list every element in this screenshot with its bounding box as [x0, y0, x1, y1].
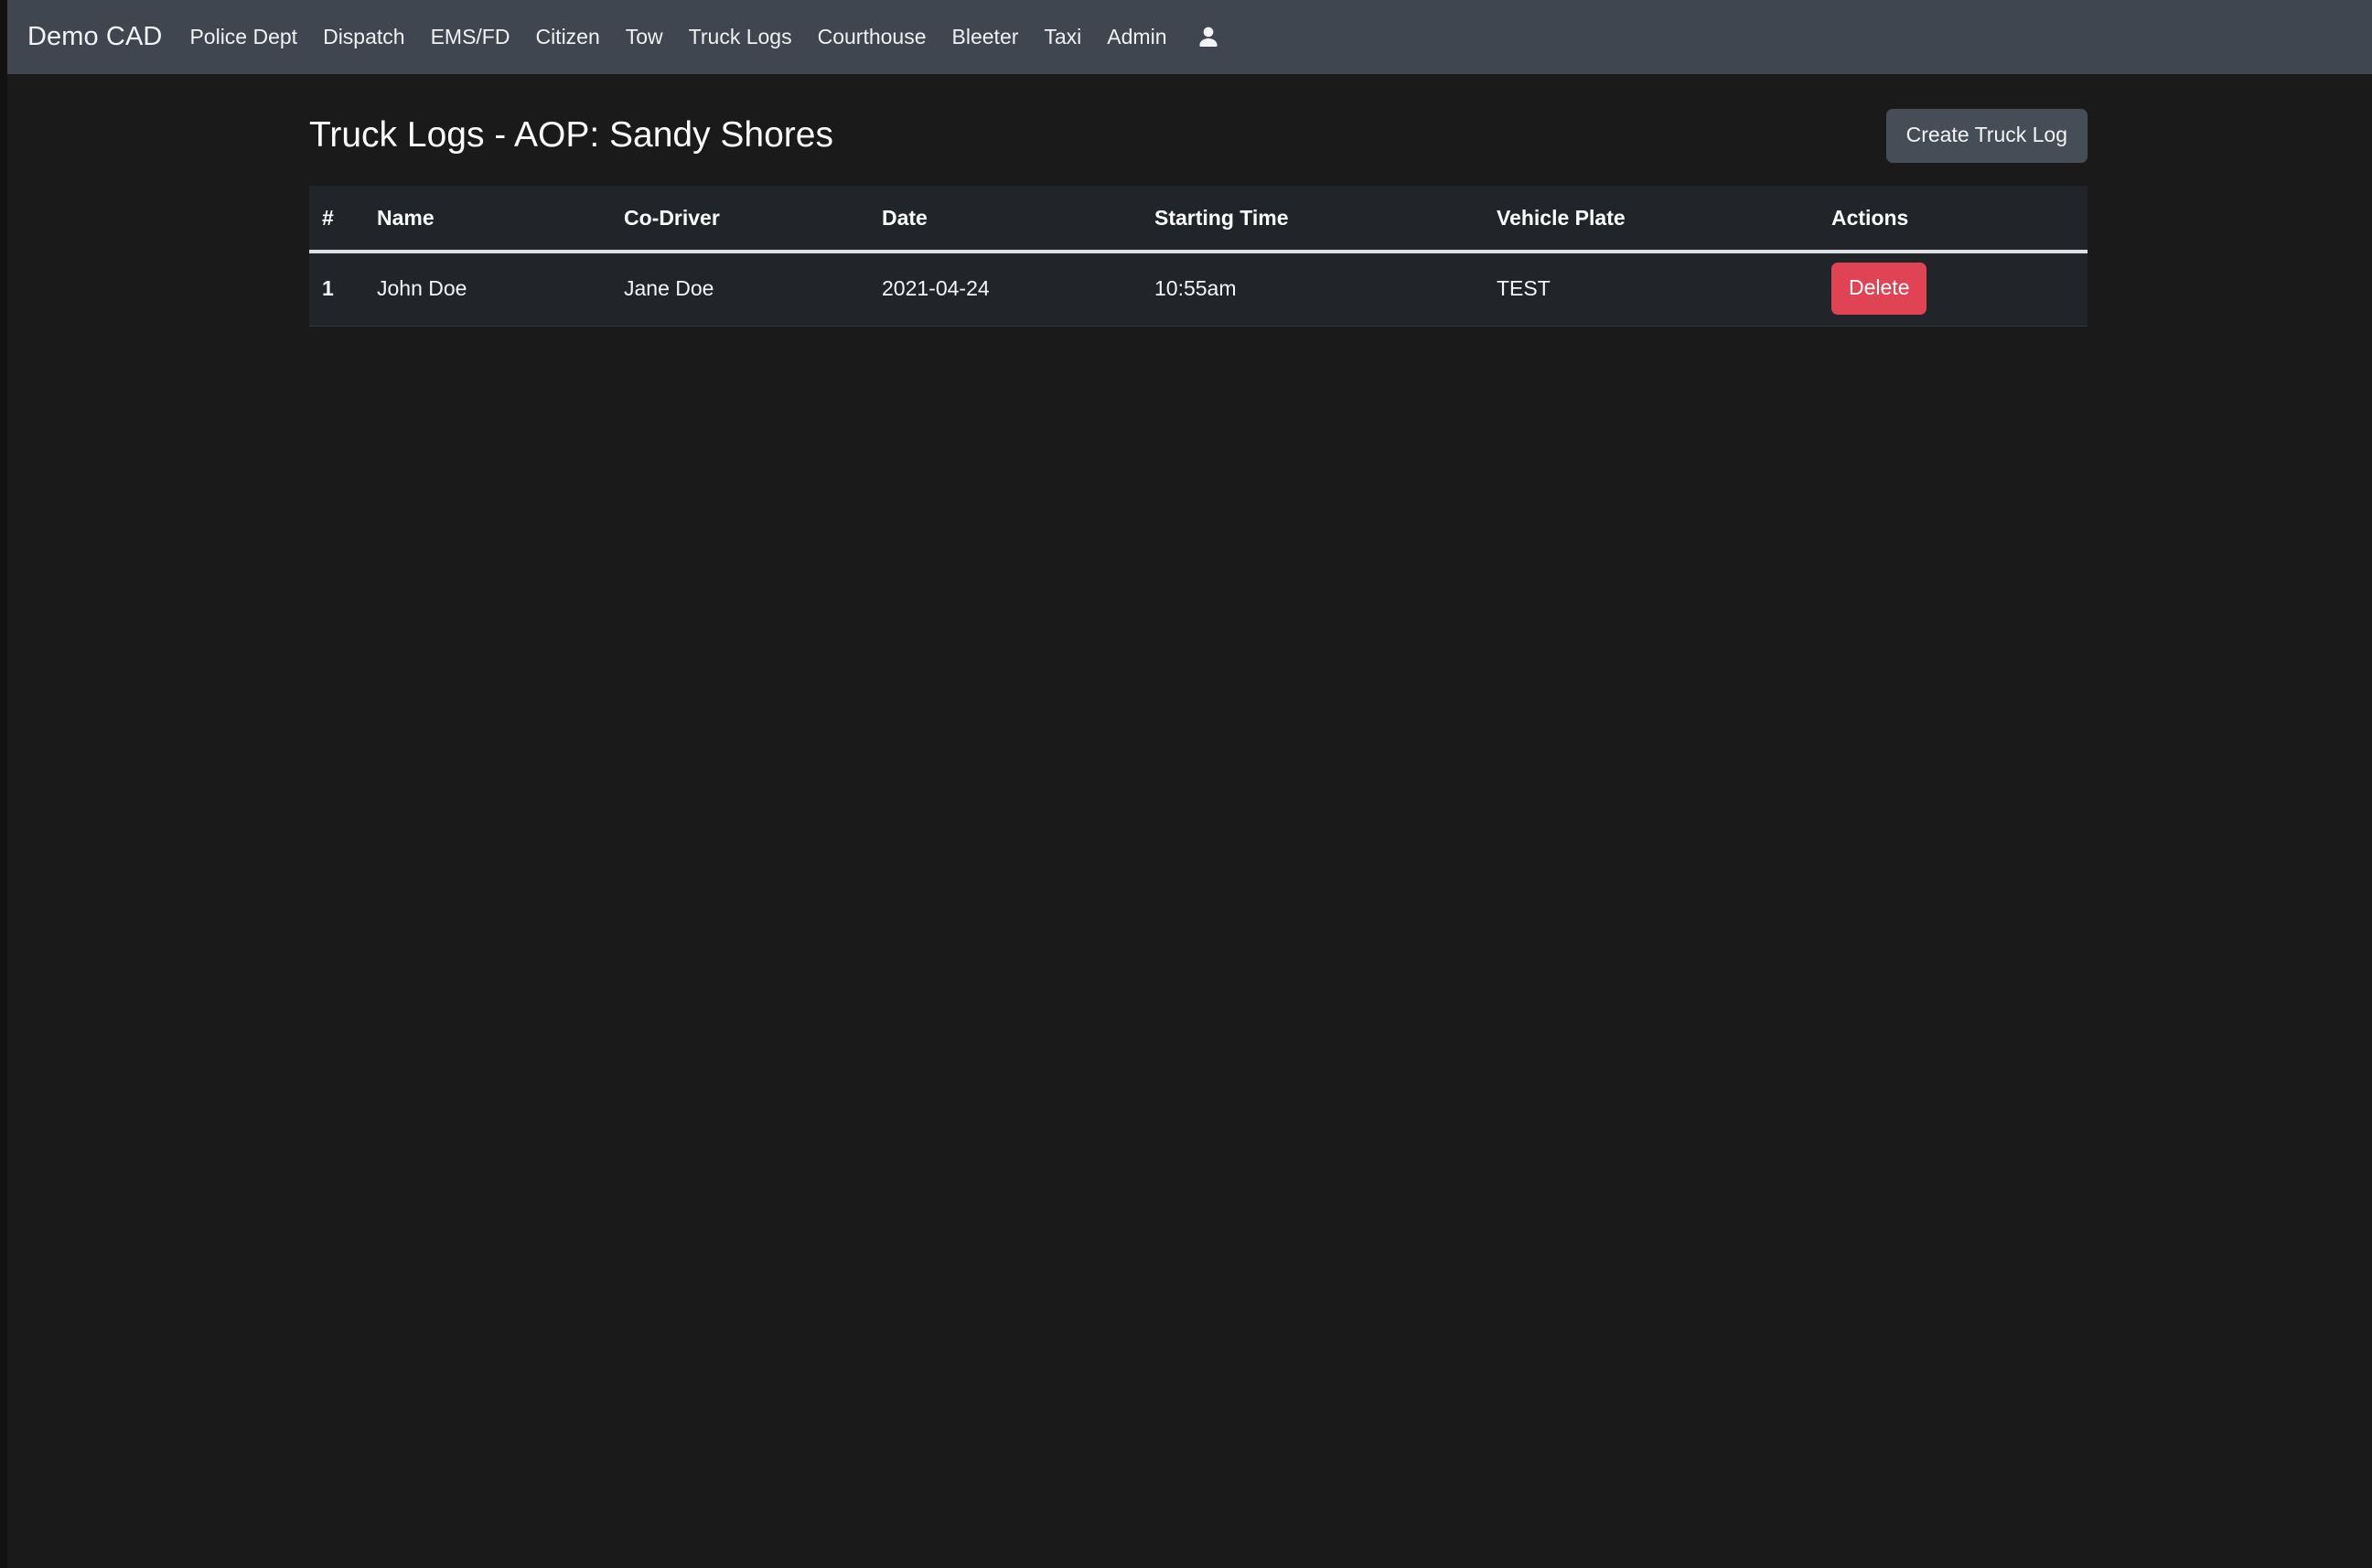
- truck-logs-table: # Name Co-Driver Date Starting Time Vehi…: [309, 186, 2088, 327]
- table-header-row: # Name Co-Driver Date Starting Time Vehi…: [309, 186, 2088, 252]
- nav-link-ems-fd[interactable]: EMS/FD: [418, 21, 523, 53]
- main-content: Truck Logs - AOP: Sandy Shores Create Tr…: [7, 74, 2372, 1568]
- nav-link-taxi[interactable]: Taxi: [1031, 21, 1094, 53]
- cell-vehicle-plate: TEST: [1497, 252, 1831, 327]
- column-header-co-driver: Co-Driver: [624, 186, 882, 252]
- table-row: 1 John Doe Jane Doe 2021-04-24 10:55am T…: [309, 252, 2088, 327]
- nav-link-courthouse[interactable]: Courthouse: [805, 21, 939, 53]
- user-icon: [1195, 24, 1222, 51]
- nav-link-bleeter[interactable]: Bleeter: [939, 21, 1032, 53]
- browser-viewport: Demo CAD Police Dept Dispatch EMS/FD Cit…: [7, 0, 2372, 1568]
- account-menu-button[interactable]: [1180, 24, 1237, 51]
- nav-link-admin[interactable]: Admin: [1094, 21, 1179, 53]
- column-header-actions: Actions: [1831, 186, 2088, 252]
- brand-logo[interactable]: Demo CAD: [18, 24, 177, 50]
- column-header-starting-time: Starting Time: [1154, 186, 1497, 252]
- page-title: Truck Logs - AOP: Sandy Shores: [309, 116, 833, 156]
- nav-link-tow[interactable]: Tow: [613, 21, 676, 53]
- column-header-date: Date: [882, 186, 1154, 252]
- column-header-vehicle-plate: Vehicle Plate: [1497, 186, 1831, 252]
- cell-name: John Doe: [377, 252, 624, 327]
- cell-date: 2021-04-24: [882, 252, 1154, 327]
- page-header: Truck Logs - AOP: Sandy Shores Create Tr…: [309, 99, 2088, 172]
- top-navbar: Demo CAD Police Dept Dispatch EMS/FD Cit…: [7, 0, 2372, 74]
- nav-link-citizen[interactable]: Citizen: [522, 21, 612, 53]
- nav-link-dispatch[interactable]: Dispatch: [310, 21, 417, 53]
- table-body: 1 John Doe Jane Doe 2021-04-24 10:55am T…: [309, 252, 2088, 327]
- cell-starting-time: 10:55am: [1154, 252, 1497, 327]
- nav-link-police-dept[interactable]: Police Dept: [177, 21, 310, 53]
- table-header: # Name Co-Driver Date Starting Time Vehi…: [309, 186, 2088, 252]
- cell-co-driver: Jane Doe: [624, 252, 882, 327]
- column-header-name: Name: [377, 186, 624, 252]
- cell-actions: Delete: [1831, 252, 2088, 327]
- create-truck-log-button[interactable]: Create Truck Log: [1886, 109, 2088, 163]
- nav-link-truck-logs[interactable]: Truck Logs: [676, 21, 805, 53]
- cell-index: 1: [309, 252, 377, 327]
- app-window: Demo CAD Police Dept Dispatch EMS/FD Cit…: [0, 0, 2372, 1568]
- truck-logs-table-container: # Name Co-Driver Date Starting Time Vehi…: [309, 186, 2088, 327]
- nav-links: Police Dept Dispatch EMS/FD Citizen Tow …: [177, 21, 1179, 53]
- column-header-index: #: [309, 186, 377, 252]
- delete-button[interactable]: Delete: [1831, 263, 1927, 315]
